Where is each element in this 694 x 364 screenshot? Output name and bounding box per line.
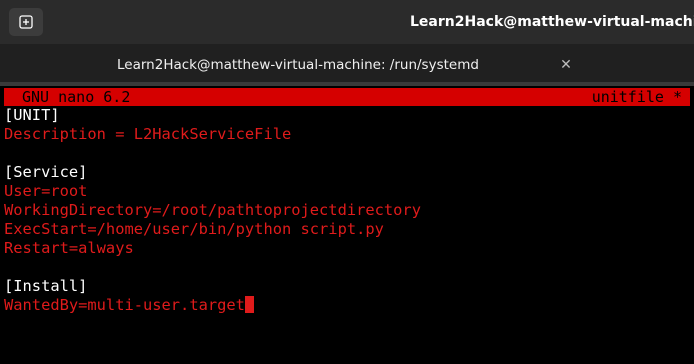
nano-filename: unitfile * [591,88,682,106]
terminal-tab[interactable]: Learn2Hack@matthew-virtual-machine: /run… [0,44,600,86]
tab-label: Learn2Hack@matthew-virtual-machine: /run… [117,57,479,73]
editor-line: Restart=always [4,239,134,257]
tab-bar: Learn2Hack@matthew-virtual-machine: /run… [0,44,694,86]
nano-version: GNU nano 6.2 [22,88,131,106]
editor-line-last: WantedBy=multi-user.target [4,295,690,315]
editor-area[interactable]: [UNIT] Description = L2HackServiceFile [… [4,106,690,356]
editor-line: [Install] [4,277,88,295]
editor-line: Description = L2HackServiceFile [4,125,292,143]
title-bar: Learn2Hack@matthew-virtual-machine [0,0,694,44]
editor-line: WorkingDirectory=/root/pathtoprojectdire… [4,201,421,219]
new-tab-button[interactable] [9,8,43,36]
window-title: Learn2Hack@matthew-virtual-machine [410,14,694,30]
editor-line: ExecStart=/home/user/bin/python script.p… [4,220,384,238]
tab-underline [0,82,694,86]
nano-header-bar: GNU nano 6.2 unitfile * [4,88,690,106]
editor-line-text: WantedBy=multi-user.target [4,296,245,314]
editor-line: User=root [4,182,88,200]
new-tab-icon [19,15,33,29]
text-cursor [244,295,254,313]
editor-line: [UNIT] [4,106,60,124]
close-icon[interactable]: ✕ [558,57,574,73]
editor-line: [Service] [4,163,88,181]
